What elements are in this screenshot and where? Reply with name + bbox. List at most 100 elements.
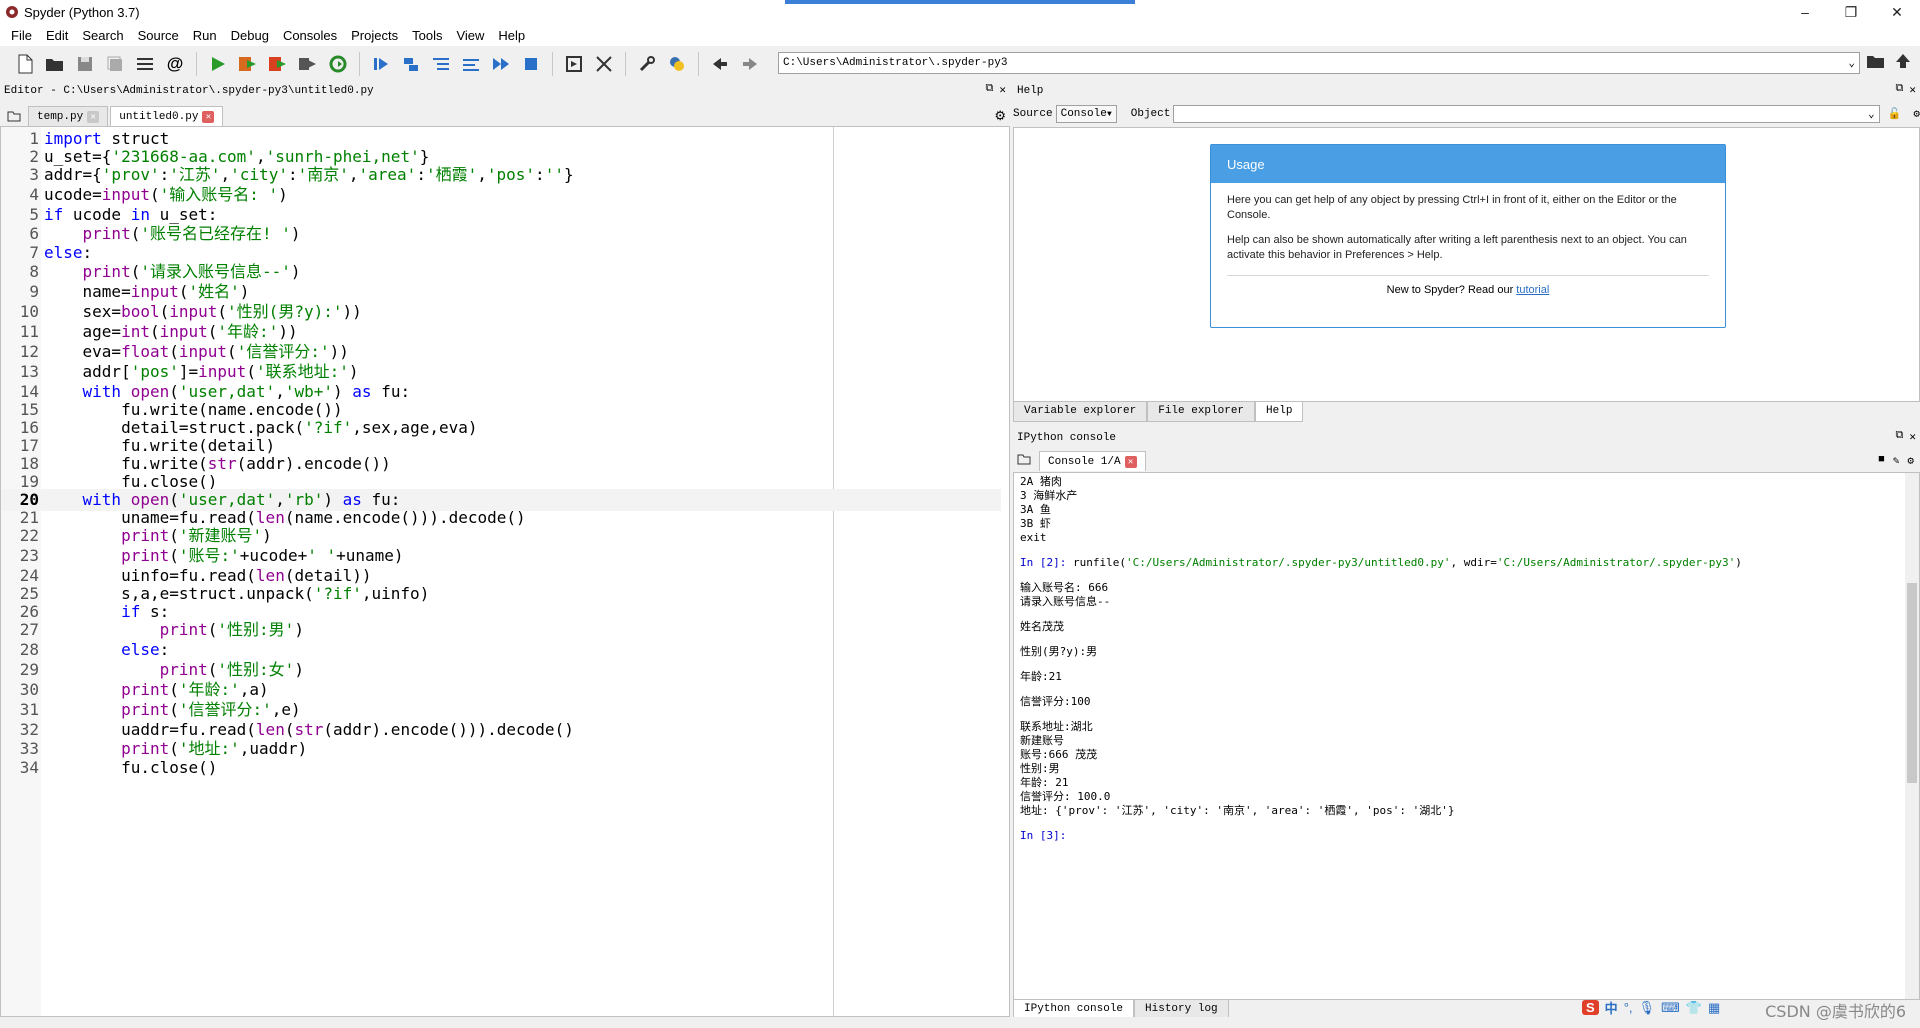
save-all-icon[interactable] — [100, 50, 130, 78]
scrollbar-thumb[interactable] — [1907, 583, 1917, 783]
console-options-gear-icon[interactable]: ⚙ — [1907, 454, 1914, 468]
parent-directory-icon[interactable] — [1894, 52, 1912, 73]
close-tab-icon[interactable]: ✕ — [202, 110, 215, 123]
python-path-icon[interactable] — [662, 50, 692, 78]
toolbox-grid-icon[interactable]: ▦ — [1708, 1000, 1720, 1016]
ipython-console-output[interactable]: 2A 猪肉 3 海鲜水产 3A 鱼 3B 虾 exit In [2]: runfile('… — [1013, 472, 1920, 1000]
maximize-button[interactable]: ❐ — [1828, 0, 1874, 24]
code-line[interactable]: 30 print('年龄:',a) — [1, 679, 1001, 701]
code-line[interactable]: 10 sex=bool(input('性别(男?y):')) — [1, 301, 1001, 323]
maximize-pane-icon[interactable] — [559, 50, 589, 78]
help-options-gear-icon[interactable]: ⚙ — [1913, 107, 1920, 121]
code-line[interactable]: 4 ucode=input('输入账号名: ') — [1, 184, 1001, 206]
menu-run[interactable]: Run — [186, 28, 224, 43]
code-text: age=int(input('年龄:')) — [44, 322, 298, 341]
menu-help[interactable]: Help — [491, 28, 532, 43]
code-line[interactable]: 23 print('账号:'+ucode+' '+uname) — [1, 545, 1001, 567]
run-cell-icon[interactable] — [233, 50, 263, 78]
tab-console-1a[interactable]: Console 1/A ✕ — [1039, 451, 1146, 471]
line-number: 3 — [29, 165, 39, 184]
back-arrow-icon[interactable] — [705, 50, 735, 78]
code-line[interactable]: 29 print('性别:女') — [1, 659, 1001, 681]
source-select[interactable]: Console ▼ — [1055, 105, 1117, 123]
menu-consoles[interactable]: Consoles — [276, 28, 344, 43]
menu-view[interactable]: View — [449, 28, 491, 43]
code-text: name=input('姓名') — [44, 282, 250, 301]
close-pane-icon[interactable]: ✕ — [999, 83, 1006, 97]
forward-arrow-icon[interactable] — [735, 50, 765, 78]
code-line[interactable]: 34 fu.close() — [1, 757, 1001, 779]
code-line[interactable]: 11 age=int(input('年龄:')) — [1, 321, 1001, 343]
object-combo[interactable]: ⌄ — [1173, 105, 1880, 123]
rerun-icon[interactable] — [323, 50, 353, 78]
punctuation-toggle-icon[interactable]: °, — [1624, 1000, 1633, 1015]
editor-options-gear-icon[interactable]: ⚙ — [994, 108, 1006, 124]
step-return-icon[interactable] — [456, 50, 486, 78]
chevron-down-icon[interactable]: ⌄ — [1848, 56, 1855, 70]
code-editor[interactable]: 1 import struct 2 u_set={'231668-aa.com','s… — [0, 126, 1010, 1017]
step-icon[interactable] — [396, 50, 426, 78]
lock-icon[interactable]: 🔓 — [1888, 107, 1902, 121]
code-line[interactable]: 27 print('性别:男') — [1, 619, 1001, 641]
code-line[interactable]: 28 else: — [1, 639, 1001, 661]
browse-tabs-folder-icon[interactable] — [0, 106, 28, 126]
skin-shirt-icon[interactable]: 👕 — [1686, 1000, 1702, 1016]
run-selection-icon[interactable] — [293, 50, 323, 78]
continue-icon[interactable] — [486, 50, 516, 78]
open-file-icon[interactable] — [40, 50, 70, 78]
microphone-icon[interactable]: 🎙 — [1639, 1000, 1656, 1016]
tab-untitled0-py[interactable]: untitled0.py ✕ — [110, 106, 224, 126]
working-directory-combo[interactable]: C:\Users\Administrator\.spyder-py3 ⌄ — [778, 52, 1860, 74]
close-pane-icon[interactable]: ✕ — [1909, 430, 1916, 444]
close-pane-icon[interactable]: ✕ — [1909, 83, 1916, 97]
save-icon[interactable] — [70, 50, 100, 78]
keyboard-icon[interactable]: ⌨ — [1661, 1000, 1680, 1016]
menu-source[interactable]: Source — [131, 28, 186, 43]
tab-variable-explorer[interactable]: Variable explorer — [1013, 402, 1148, 422]
preferences-wrench-icon[interactable] — [632, 50, 662, 78]
tab-temp-py[interactable]: temp.py ✕ — [28, 106, 109, 126]
menu-file[interactable]: File — [4, 28, 39, 43]
debug-icon[interactable] — [366, 50, 396, 78]
code-line[interactable]: 22 print('新建账号') — [1, 525, 1001, 547]
code-line[interactable]: 3 addr={'prov':'江苏','city':'南京','area':'栖… — [1, 164, 1001, 186]
undock-icon[interactable]: ⧉ — [1896, 83, 1904, 97]
close-tab-icon[interactable]: ✕ — [87, 110, 100, 123]
ime-language-toggle[interactable]: 中 — [1605, 998, 1618, 1017]
run-cell-advance-icon[interactable] — [263, 50, 293, 78]
new-file-icon[interactable] — [10, 50, 40, 78]
fullscreen-icon[interactable] — [589, 50, 619, 78]
menu-search[interactable]: Search — [75, 28, 130, 43]
menu-projects[interactable]: Projects — [344, 28, 405, 43]
menu-debug[interactable]: Debug — [224, 28, 276, 43]
menu-tools[interactable]: Tools — [405, 28, 449, 43]
minimize-button[interactable]: – — [1782, 0, 1828, 24]
clear-console-icon[interactable]: ✎ — [1893, 454, 1900, 468]
tab-file-explorer[interactable]: File explorer — [1147, 402, 1256, 422]
help-source-bar: Source Console ▼ Object ⌄ 🔓 ⚙ — [1013, 102, 1920, 126]
code-line[interactable]: 8 print('请录入账号信息--') — [1, 261, 1001, 283]
console-line: 年龄: 21 — [1020, 776, 1069, 789]
editor-pane-header: Editor - C:\Users\Administrator\.spyder-… — [0, 82, 1010, 100]
close-window-button[interactable]: ✕ — [1874, 0, 1920, 24]
undock-icon[interactable]: ⧉ — [1896, 430, 1904, 444]
code-line[interactable]: 12 eva=float(input('信誉评分:')) — [1, 341, 1001, 363]
file-list-icon[interactable] — [130, 50, 160, 78]
stop-debug-icon[interactable] — [516, 50, 546, 78]
code-line[interactable]: 13 addr['pos']=input('联系地址:') — [1, 361, 1001, 383]
browse-consoles-folder-icon[interactable] — [1017, 453, 1031, 469]
undock-icon[interactable]: ⧉ — [986, 83, 994, 97]
sogou-logo-icon[interactable]: S — [1582, 1000, 1599, 1015]
at-symbol-icon[interactable]: @ — [160, 50, 190, 78]
stop-kernel-icon[interactable]: ■ — [1878, 454, 1885, 468]
console-scrollbar[interactable] — [1905, 473, 1919, 999]
code-line[interactable]: 31 print('信誉评分:',e) — [1, 699, 1001, 721]
run-icon[interactable] — [203, 50, 233, 78]
code-line[interactable]: 9 name=input('姓名') — [1, 281, 1001, 303]
menu-edit[interactable]: Edit — [39, 28, 75, 43]
browse-folder-icon[interactable] — [1866, 52, 1886, 73]
step-into-icon[interactable] — [426, 50, 456, 78]
tutorial-link[interactable]: tutorial — [1516, 284, 1549, 296]
close-tab-icon[interactable]: ✕ — [1124, 455, 1137, 468]
tab-help[interactable]: Help — [1255, 402, 1304, 422]
